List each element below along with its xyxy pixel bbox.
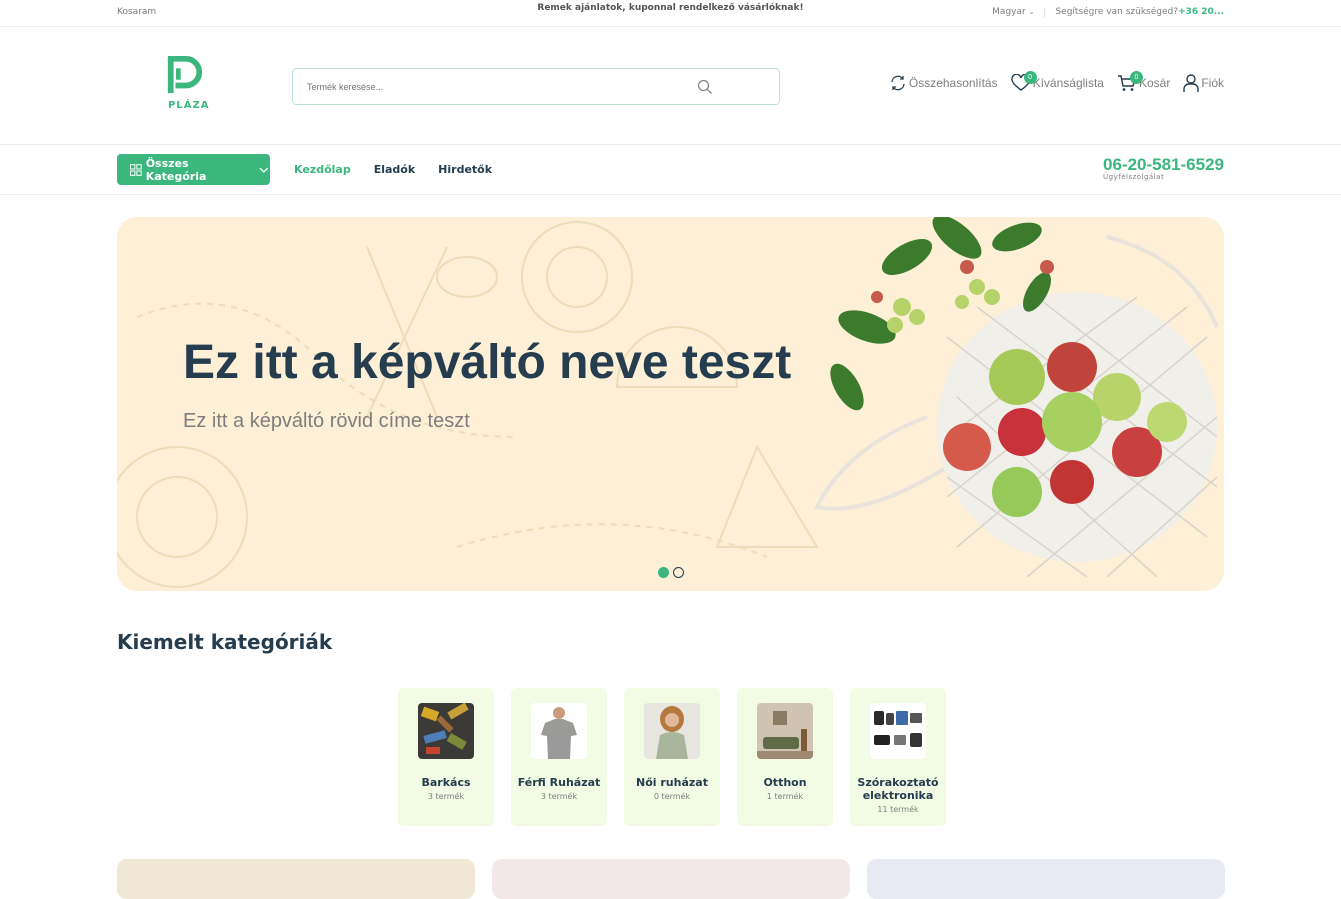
featured-categories-list: Barkács 3 termék Férfi Ruházat 3 termék … (398, 688, 946, 826)
search-input[interactable] (293, 69, 713, 104)
help-text: Segítségre van szükséged? (1055, 7, 1179, 17)
category-count: 0 termék (653, 792, 691, 801)
support-phone-number[interactable]: 06-20-581-6529 (1103, 155, 1224, 175)
category-card-mens-clothing[interactable]: Férfi Ruházat 3 termék (511, 688, 607, 826)
divider (1044, 7, 1046, 17)
help-line: Segítségre van szükséged?+36 20... (1055, 7, 1224, 17)
help-phone[interactable]: +36 20... (1178, 7, 1224, 17)
cart-count-badge: 0 (1129, 71, 1143, 84)
category-name: Szórakoztató elektronika (857, 776, 939, 802)
nav-link-home[interactable]: Kezdőlap (294, 163, 351, 176)
cart-button[interactable]: 0 Kosár (1117, 71, 1171, 92)
cart-label: Kosár (1138, 76, 1171, 90)
category-card-diy[interactable]: Barkács 3 termék (398, 688, 494, 826)
home-living-room-thumbnail (757, 703, 813, 759)
category-count: 1 termék (766, 792, 804, 801)
compare-icon (891, 75, 905, 91)
slider-dots (658, 567, 684, 578)
category-count: 3 termék (427, 792, 465, 801)
header: PLÁZA Összehasonlítás 0 Kívánságlista (0, 27, 1341, 145)
promo-banner-2[interactable] (492, 859, 850, 899)
diy-tools-thumbnail (418, 702, 474, 759)
wishlist-button[interactable]: 0 Kívánságlista (1010, 71, 1104, 92)
category-card-home[interactable]: Otthon 1 termék (737, 688, 833, 826)
language-selector[interactable]: Magyar ⌄ (992, 7, 1034, 17)
logo-icon (167, 55, 203, 94)
category-name: Otthon (763, 776, 807, 789)
nav-link-sellers[interactable]: Eladók (374, 163, 415, 176)
wishlist-label: Kívánságlista (1032, 76, 1104, 90)
slider-dot-1[interactable] (658, 567, 669, 578)
womens-clothing-thumbnail (644, 703, 700, 759)
nav-link-advertisers[interactable]: Hirdetők (438, 163, 492, 176)
category-card-womens-clothing[interactable]: Női ruházat 0 termék (624, 688, 720, 826)
category-count: 11 termék (877, 805, 919, 814)
category-name: Férfi Ruházat (517, 776, 601, 789)
wishlist-count-badge: 0 (1023, 71, 1037, 84)
chevron-down-icon: ⌄ (1028, 8, 1035, 16)
logo[interactable]: PLÁZA (166, 55, 210, 139)
all-categories-label: Összes Kategória (145, 156, 207, 183)
slider-dot-2[interactable] (673, 567, 684, 578)
apples-in-net-bag-image (814, 217, 1219, 578)
category-name: Női ruházat (636, 776, 708, 789)
promo-banners (117, 859, 1225, 899)
account-button[interactable]: Fiók (1183, 74, 1224, 92)
electronics-thumbnail (870, 703, 926, 759)
account-label: Fiók (1201, 76, 1224, 90)
hero-slider: Ez itt a képváltó neve teszt Ez itt a ké… (117, 217, 1224, 591)
mens-shirt-thumbnail (531, 703, 587, 759)
user-icon (1183, 74, 1200, 92)
logo-text: PLÁZA (168, 100, 210, 111)
category-count: 3 termék (540, 792, 578, 801)
category-card-electronics[interactable]: Szórakoztató elektronika 11 termék (850, 688, 946, 826)
search-icon[interactable] (697, 79, 713, 95)
support-phone: 06-20-581-6529 Ügyfélszolgálat (1103, 155, 1224, 181)
top-bar: Kosaram Remek ajánlatok, kuponnal rendel… (0, 0, 1341, 27)
header-actions: Összehasonlítás 0 Kívánságlista 0 Kosár … (889, 71, 1224, 92)
hero-subtitle: Ez itt a képváltó rövid címe teszt (183, 410, 470, 432)
main-nav: Kezdőlap Eladók Hirdetők (294, 163, 492, 176)
compare-label: Összehasonlítás (908, 76, 998, 90)
promo-banner-1[interactable] (117, 859, 475, 899)
chevron-down-icon (259, 167, 269, 173)
category-name: Barkács (421, 776, 471, 789)
all-categories-button[interactable]: Összes Kategória (117, 154, 270, 185)
grid-icon (130, 163, 142, 176)
hero-title: Ez itt a képváltó neve teszt (183, 336, 792, 389)
featured-categories-title: Kiemelt kategóriák (117, 630, 333, 654)
top-bar-right: Magyar ⌄ Segítségre van szükséged?+36 20… (992, 7, 1224, 17)
promo-banner-3[interactable] (867, 859, 1225, 899)
nav-bar: Összes Kategória Kezdőlap Eladók Hirdető… (0, 145, 1341, 195)
search-box (292, 68, 780, 105)
compare-button[interactable]: Összehasonlítás (889, 74, 998, 92)
language-label: Magyar (992, 7, 1026, 17)
